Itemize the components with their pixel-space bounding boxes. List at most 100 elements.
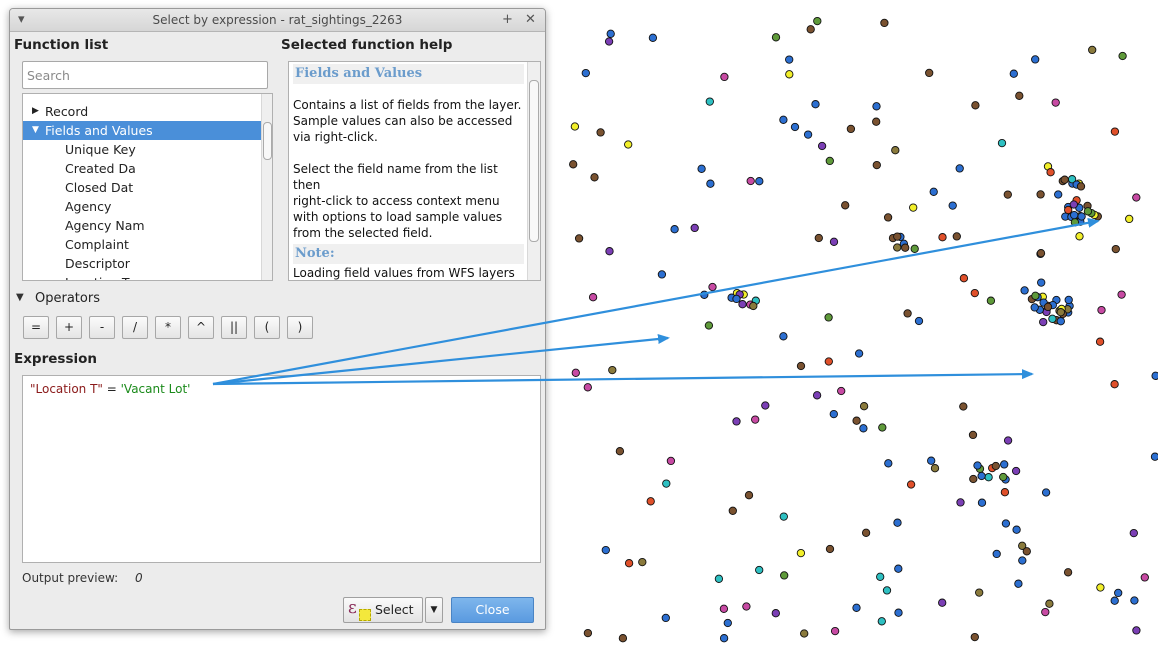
map-point[interactable] (755, 565, 764, 575)
collapsed-arrow-icon[interactable]: ▶ (32, 102, 39, 121)
operator-button[interactable]: / (122, 316, 148, 339)
map-point[interactable] (959, 274, 969, 283)
map-point[interactable] (1132, 626, 1141, 635)
map-point[interactable] (970, 632, 979, 642)
map-point[interactable] (1054, 190, 1063, 199)
map-point[interactable] (812, 391, 822, 400)
operator-button[interactable]: + (56, 316, 82, 339)
operators-collapse-icon[interactable]: ▼ (16, 292, 24, 303)
map-point[interactable] (813, 16, 822, 26)
map-point[interactable] (646, 497, 655, 506)
map-point[interactable] (771, 609, 780, 618)
map-point[interactable] (581, 68, 590, 78)
operator-button[interactable]: || (221, 316, 247, 339)
map-point[interactable] (1070, 210, 1079, 220)
map-point[interactable] (790, 122, 800, 132)
tree-field-item[interactable]: Complaint (23, 235, 262, 254)
map-point[interactable] (1015, 91, 1024, 100)
map-point[interactable] (1030, 303, 1039, 312)
map-point[interactable] (648, 33, 658, 42)
map-point[interactable] (1020, 286, 1029, 295)
tree-field-item[interactable]: Agency (23, 197, 262, 216)
map-point[interactable] (723, 618, 732, 628)
operator-button[interactable]: ) (287, 316, 313, 339)
scrollbar-thumb[interactable] (529, 80, 539, 242)
map-point[interactable] (618, 634, 628, 643)
map-point[interactable] (1000, 460, 1009, 469)
map-point[interactable] (859, 424, 868, 433)
map-point[interactable] (903, 309, 912, 318)
map-point[interactable] (837, 386, 846, 396)
map-point[interactable] (880, 18, 889, 28)
map-point[interactable] (606, 29, 615, 38)
map-point[interactable] (1095, 337, 1105, 346)
map-point[interactable] (986, 296, 996, 305)
map-point[interactable] (583, 383, 592, 392)
map-point[interactable] (977, 471, 986, 481)
operator-button[interactable]: * (155, 316, 181, 339)
map-point[interactable] (882, 586, 892, 595)
map-point[interactable] (1003, 190, 1012, 199)
map-point[interactable] (1110, 380, 1119, 389)
map-point[interactable] (970, 288, 979, 298)
map-point[interactable] (590, 173, 599, 182)
map-point[interactable] (779, 332, 788, 341)
map-point[interactable] (796, 548, 806, 558)
map-point[interactable] (690, 223, 699, 233)
map-point[interactable] (1051, 98, 1060, 107)
tree-field-item[interactable]: Created Da (23, 159, 262, 178)
map-point[interactable] (825, 544, 835, 554)
map-point[interactable] (872, 117, 881, 126)
map-point[interactable] (1132, 193, 1141, 202)
map-point[interactable] (806, 25, 815, 34)
map-point[interactable] (909, 203, 918, 212)
map-point[interactable] (705, 97, 714, 106)
tree-field-item[interactable]: Descriptor (23, 254, 262, 273)
map-point[interactable] (596, 128, 605, 137)
map-point[interactable] (583, 628, 593, 638)
map-point[interactable] (973, 461, 982, 470)
map-point[interactable] (1012, 525, 1021, 534)
expanded-arrow-icon[interactable]: ▼ (32, 121, 39, 140)
map-point[interactable] (878, 423, 887, 432)
map-point[interactable] (991, 461, 1000, 471)
map-point[interactable] (1064, 295, 1073, 305)
map-point[interactable] (1046, 168, 1055, 177)
map-point[interactable] (780, 571, 789, 580)
tree-field-item[interactable]: Location T (23, 273, 262, 280)
map-point[interactable] (719, 604, 729, 613)
map-point[interactable] (1088, 45, 1097, 55)
map-point[interactable] (977, 498, 987, 507)
map-point[interactable] (952, 232, 961, 241)
map-point[interactable] (1077, 212, 1086, 221)
help-scrollbar[interactable] (527, 62, 540, 280)
map-point[interactable] (969, 474, 978, 484)
map-point[interactable] (574, 234, 584, 243)
select-dropdown-button[interactable]: ▼ (425, 597, 443, 623)
map-point[interactable] (714, 574, 724, 583)
map-point[interactable] (1036, 249, 1046, 258)
function-search-input[interactable]: Search (22, 61, 268, 89)
map-point[interactable] (1056, 317, 1065, 326)
map-point[interactable] (1009, 69, 1018, 78)
map-point[interactable] (883, 213, 893, 222)
operators-label[interactable]: Operators (35, 291, 100, 306)
map-point[interactable] (1114, 588, 1123, 598)
map-point[interactable] (1014, 579, 1023, 588)
map-point[interactable] (901, 243, 910, 252)
map-point[interactable] (859, 402, 869, 411)
map-point[interactable] (893, 243, 902, 252)
map-point[interactable] (975, 588, 984, 597)
map-point[interactable] (824, 357, 833, 366)
map-point[interactable] (601, 545, 610, 555)
map-point[interactable] (1022, 547, 1031, 556)
map-point[interactable] (1075, 232, 1084, 241)
map-point[interactable] (938, 598, 947, 607)
map-point[interactable] (1036, 190, 1045, 199)
map-point[interactable] (624, 140, 633, 149)
map-point[interactable] (893, 232, 902, 241)
map-point[interactable] (1151, 371, 1158, 380)
map-point[interactable] (824, 313, 833, 322)
function-tree[interactable]: ▶ Record ▼ Fields and Values Unique Key Creat… (22, 93, 273, 281)
map-point[interactable] (755, 177, 764, 186)
